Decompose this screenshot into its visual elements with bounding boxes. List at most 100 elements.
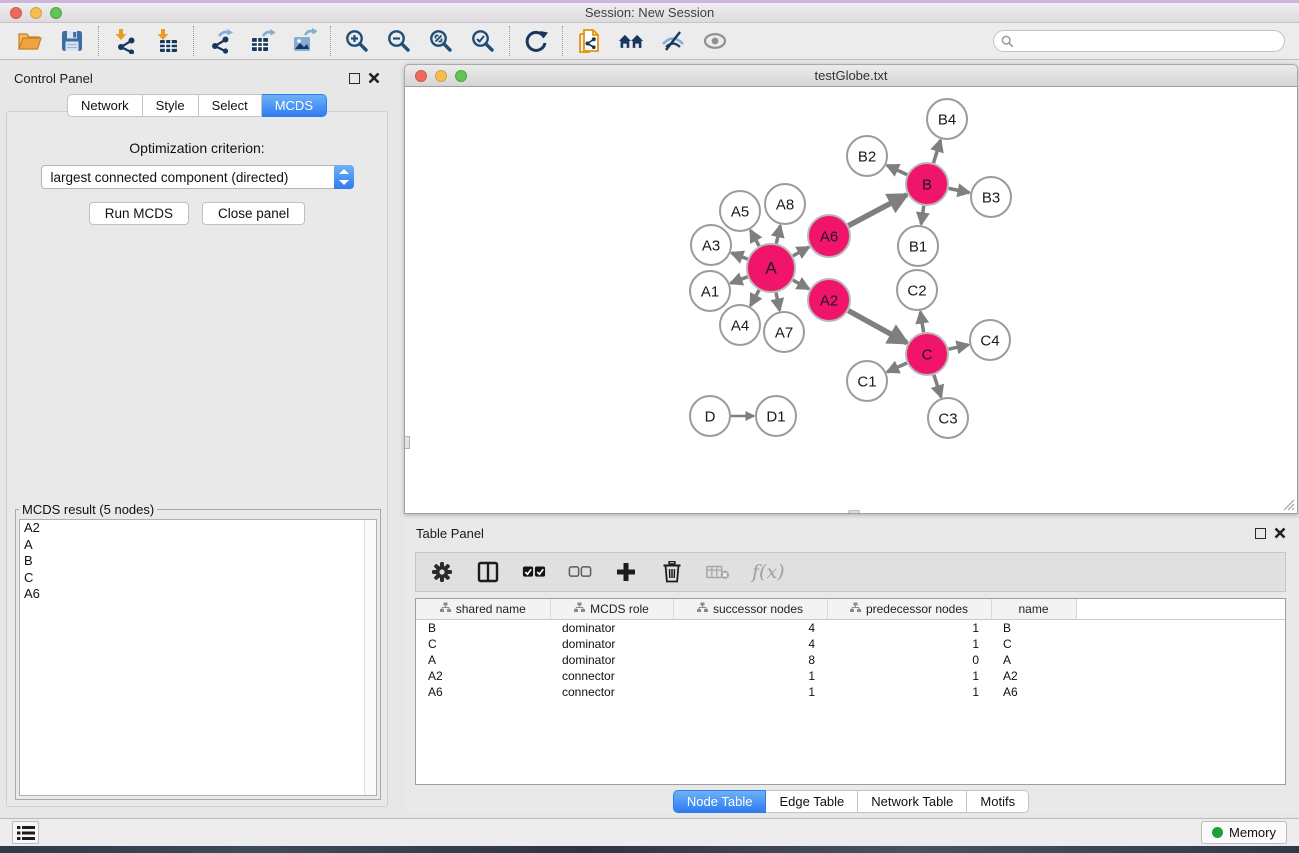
- table-cell[interactable]: 4: [673, 636, 827, 652]
- column-header-shared-name[interactable]: shared name: [416, 599, 550, 619]
- table-cell[interactable]: 1: [827, 684, 991, 700]
- graph-edge[interactable]: [934, 140, 941, 163]
- memory-button[interactable]: Memory: [1201, 821, 1287, 844]
- graph-node-C2[interactable]: C2: [897, 270, 937, 310]
- graph-edge[interactable]: [732, 253, 748, 259]
- eye-icon[interactable]: [702, 28, 728, 54]
- maximize-window-button[interactable]: [50, 7, 62, 19]
- graph-edge[interactable]: [751, 230, 760, 246]
- graph-node-A8[interactable]: A8: [765, 184, 805, 224]
- tab-edge-table[interactable]: Edge Table: [766, 790, 858, 813]
- close-panel-button[interactable]: Close panel: [202, 202, 305, 225]
- graph-node-A[interactable]: A: [747, 244, 795, 292]
- table-row[interactable]: Adominator80A: [416, 652, 1285, 668]
- graph-node-D1[interactable]: D1: [756, 396, 796, 436]
- table-row[interactable]: A2connector11A2: [416, 668, 1285, 684]
- column-header-name[interactable]: name: [991, 599, 1076, 619]
- graph-node-B3[interactable]: B3: [971, 177, 1011, 217]
- column-header-predecessor-nodes[interactable]: predecessor nodes: [827, 599, 991, 619]
- eye-slash-icon[interactable]: [660, 28, 686, 54]
- graph-edge[interactable]: [731, 277, 748, 283]
- table-cell[interactable]: A2: [991, 668, 1076, 684]
- graph-node-C3[interactable]: C3: [928, 398, 968, 438]
- graph-edge[interactable]: [887, 363, 907, 372]
- graph-edge[interactable]: [934, 375, 941, 397]
- graph-node-A1[interactable]: A1: [690, 271, 730, 311]
- graph-edge[interactable]: [751, 290, 760, 306]
- zoom-out-icon[interactable]: [386, 28, 412, 54]
- table-cell[interactable]: dominator: [550, 636, 673, 652]
- network-graph[interactable]: B4B2BB3A5A8A6A3B1AA1C2A2A4A7C4CC1C3DD1: [405, 87, 1297, 513]
- graph-edge[interactable]: [949, 188, 970, 192]
- table-cell[interactable]: 1: [673, 668, 827, 684]
- table-cell[interactable]: connector: [550, 668, 673, 684]
- graph-node-A7[interactable]: A7: [764, 312, 804, 352]
- network-minimize-button[interactable]: [435, 70, 447, 82]
- table-row[interactable]: Cdominator41C: [416, 636, 1285, 652]
- table-cell[interactable]: dominator: [550, 652, 673, 668]
- network-maximize-button[interactable]: [455, 70, 467, 82]
- table-row[interactable]: Bdominator41B: [416, 619, 1285, 636]
- tab-node-table[interactable]: Node Table: [673, 790, 767, 813]
- close-panel-icon[interactable]: [368, 72, 380, 84]
- graph-edge[interactable]: [949, 345, 969, 349]
- table-cell[interactable]: A: [416, 652, 550, 668]
- export-table-icon[interactable]: [249, 28, 275, 54]
- graph-node-B[interactable]: B: [906, 163, 948, 205]
- column-header-successor-nodes[interactable]: successor nodes: [673, 599, 827, 619]
- table-row[interactable]: A6connector11A6: [416, 684, 1285, 700]
- float-panel-icon[interactable]: [349, 73, 360, 84]
- graph-node-C1[interactable]: C1: [847, 361, 887, 401]
- left-divider-handle[interactable]: [404, 436, 410, 449]
- mcds-result-item[interactable]: B: [20, 553, 376, 570]
- mcds-list-scrollbar[interactable]: [364, 520, 376, 795]
- table-cell[interactable]: 8: [673, 652, 827, 668]
- graph-node-B2[interactable]: B2: [847, 136, 887, 176]
- graph-node-C4[interactable]: C4: [970, 320, 1010, 360]
- graph-edge[interactable]: [920, 312, 923, 333]
- graph-edge[interactable]: [848, 311, 907, 343]
- split-pane-icon[interactable]: [476, 560, 500, 584]
- close-window-button[interactable]: [10, 7, 22, 19]
- run-mcds-button[interactable]: Run MCDS: [89, 202, 189, 225]
- table-cell[interactable]: A: [991, 652, 1076, 668]
- tab-mcds[interactable]: MCDS: [262, 94, 327, 117]
- table-cell[interactable]: 1: [827, 668, 991, 684]
- search-box[interactable]: [993, 30, 1285, 52]
- table-cell[interactable]: B: [991, 619, 1076, 636]
- graph-edge[interactable]: [848, 195, 906, 226]
- search-input[interactable]: [1019, 34, 1277, 48]
- table-cell[interactable]: 0: [827, 652, 991, 668]
- float-table-panel-icon[interactable]: [1255, 528, 1266, 539]
- graph-node-D[interactable]: D: [690, 396, 730, 436]
- graph-node-A5[interactable]: A5: [720, 191, 760, 231]
- mcds-result-item[interactable]: A6: [20, 586, 376, 603]
- column-header-mcds-role[interactable]: MCDS role: [550, 599, 673, 619]
- save-session-icon[interactable]: [59, 28, 85, 54]
- zoom-fit-icon[interactable]: [428, 28, 454, 54]
- table-cell[interactable]: C: [991, 636, 1076, 652]
- table-cell[interactable]: C: [416, 636, 550, 652]
- network-canvas[interactable]: B4B2BB3A5A8A6A3B1AA1C2A2A4A7C4CC1C3DD1: [404, 87, 1298, 514]
- export-image-icon[interactable]: [291, 28, 317, 54]
- task-history-button[interactable]: [12, 821, 39, 844]
- graph-edge[interactable]: [921, 206, 924, 224]
- table-cell[interactable]: 1: [827, 619, 991, 636]
- open-session-icon[interactable]: [17, 28, 43, 54]
- tab-select[interactable]: Select: [199, 94, 262, 117]
- network-window-titlebar[interactable]: testGlobe.txt: [404, 64, 1298, 87]
- copy-network-document-icon[interactable]: [576, 28, 602, 54]
- deselect-all-icon[interactable]: [568, 560, 592, 584]
- graph-node-B1[interactable]: B1: [898, 226, 938, 266]
- network-close-button[interactable]: [415, 70, 427, 82]
- tab-network[interactable]: Network: [67, 94, 143, 117]
- table-cell[interactable]: B: [416, 619, 550, 636]
- graph-edge[interactable]: [793, 247, 809, 256]
- node-table[interactable]: shared nameMCDS rolesuccessor nodesprede…: [415, 598, 1286, 785]
- graph-edge[interactable]: [887, 165, 907, 174]
- bottom-divider-handle[interactable]: [848, 510, 860, 514]
- graph-node-C[interactable]: C: [906, 333, 948, 375]
- graph-node-A6[interactable]: A6: [808, 215, 850, 257]
- table-cell[interactable]: A2: [416, 668, 550, 684]
- refresh-network-icon[interactable]: [523, 28, 549, 54]
